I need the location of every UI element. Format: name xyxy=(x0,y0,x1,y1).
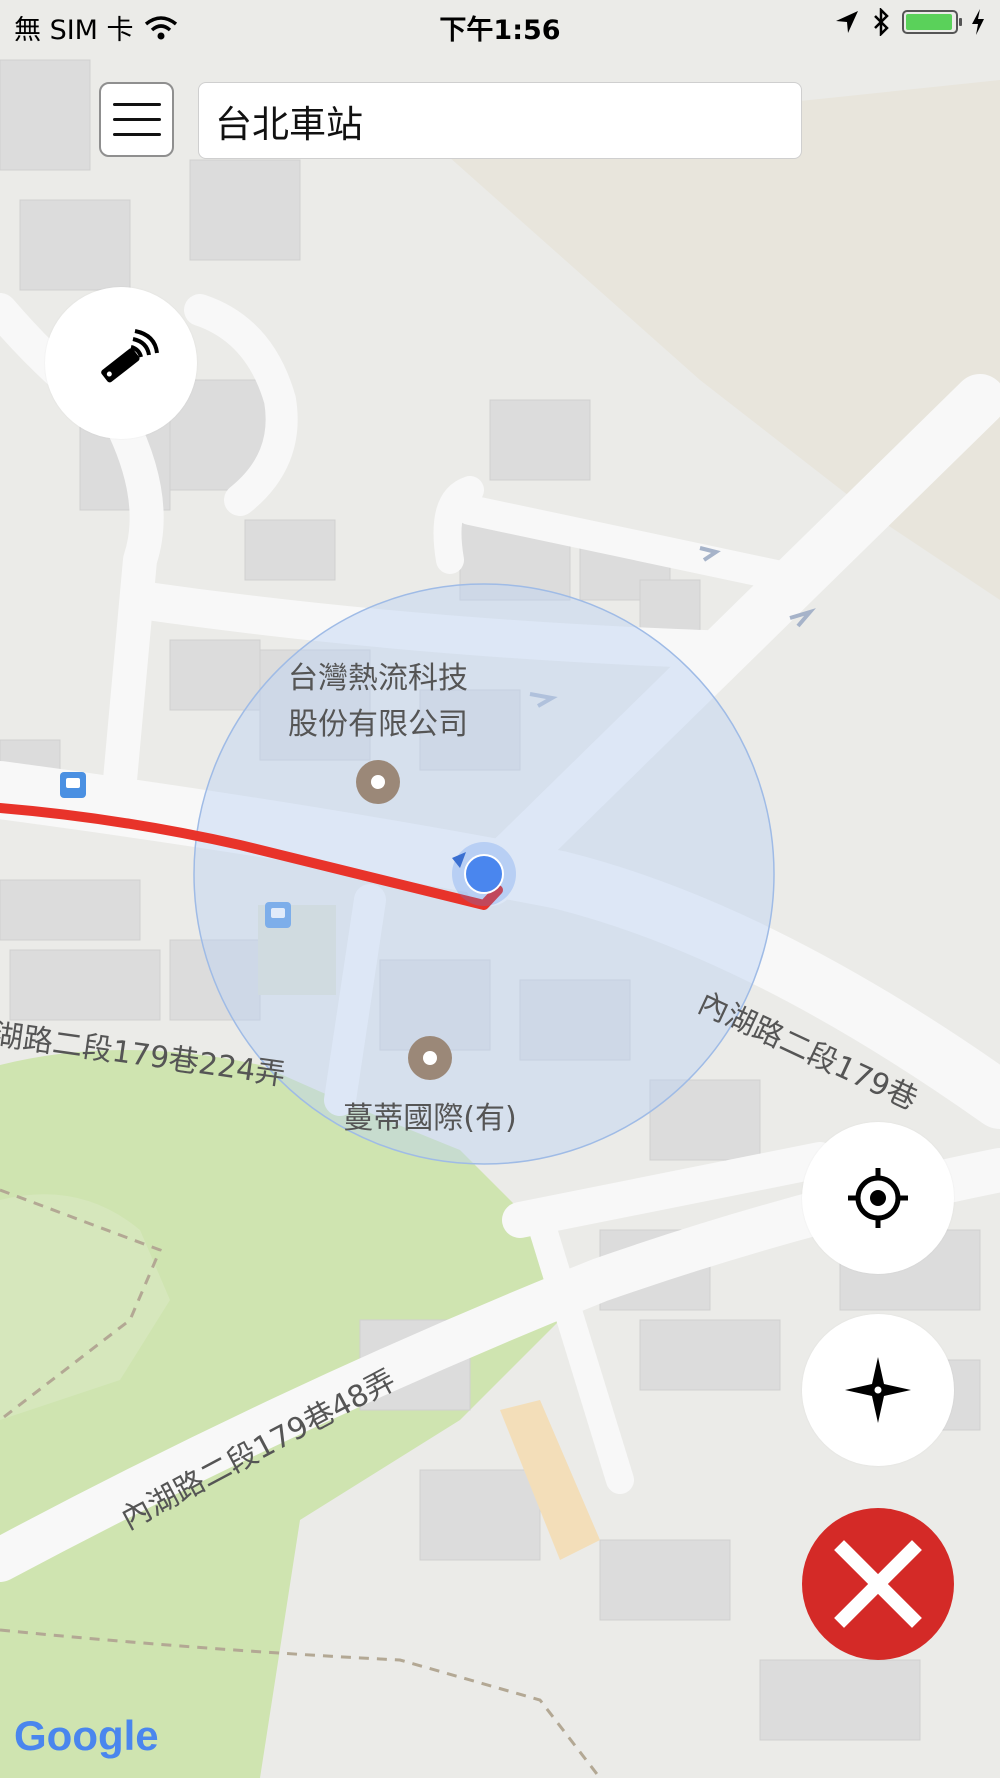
compass-button[interactable] xyxy=(802,1314,954,1466)
bus-stop-icon[interactable] xyxy=(60,772,86,798)
menu-icon-line xyxy=(112,118,161,121)
charging-icon xyxy=(972,9,984,35)
menu-icon-line xyxy=(112,133,161,136)
menu-icon-line xyxy=(112,103,161,106)
close-icon xyxy=(834,1540,922,1628)
poi-label[interactable]: 台灣熱流科技 xyxy=(288,661,468,696)
compass-icon xyxy=(845,1357,911,1423)
poi-label[interactable]: 股份有限公司 xyxy=(288,707,468,742)
close-button[interactable] xyxy=(802,1508,954,1660)
remote-signal-icon xyxy=(101,329,159,383)
search-input[interactable] xyxy=(198,82,802,159)
locate-me-button[interactable] xyxy=(802,1122,954,1274)
map-view[interactable]: 台灣熱流科技 股份有限公司 蔓蒂國際(有) 內湖路二段179巷 湖路二段179巷… xyxy=(0,0,1000,1778)
remote-button[interactable] xyxy=(45,287,197,439)
bluetooth-icon xyxy=(874,8,889,36)
location-arrow-icon xyxy=(836,11,858,33)
menu-button[interactable] xyxy=(99,82,174,157)
poi-label[interactable]: 蔓蒂國際(有) xyxy=(343,1101,516,1136)
battery-icon xyxy=(902,10,962,34)
current-location-dot xyxy=(452,842,516,906)
google-logo: Google xyxy=(14,1712,159,1759)
status-bar: 無 SIM 卡 下午1:56 xyxy=(0,0,1000,50)
crosshair-icon xyxy=(848,1168,908,1228)
